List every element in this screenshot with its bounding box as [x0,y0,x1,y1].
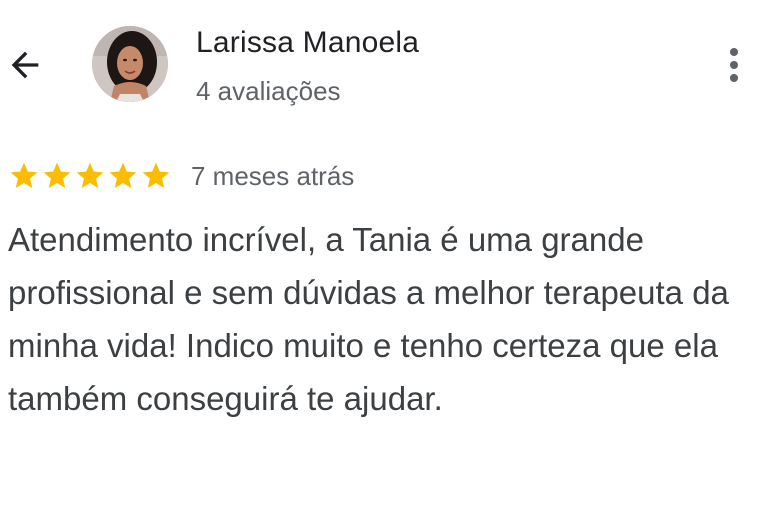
back-button[interactable] [2,42,48,88]
star-icon [10,162,38,188]
reviewer-name[interactable]: Larissa Manoela [196,26,419,60]
rating-row: 7 meses atrás [8,158,354,194]
review-count: 4 avaliações [196,76,341,106]
avatar[interactable] [92,26,168,102]
star-icon [109,162,137,188]
more-vert-icon [730,48,738,82]
star-rating [8,160,173,192]
star-icon [142,162,170,188]
star-icon [76,162,104,188]
review-text: Atendimento incrível, a Tania é uma gran… [8,221,729,417]
star-icon [43,162,71,188]
review-date: 7 meses atrás [191,160,355,191]
arrow-back-icon [11,51,39,79]
more-options-button[interactable] [716,42,752,88]
reviewer-photo [92,26,168,102]
